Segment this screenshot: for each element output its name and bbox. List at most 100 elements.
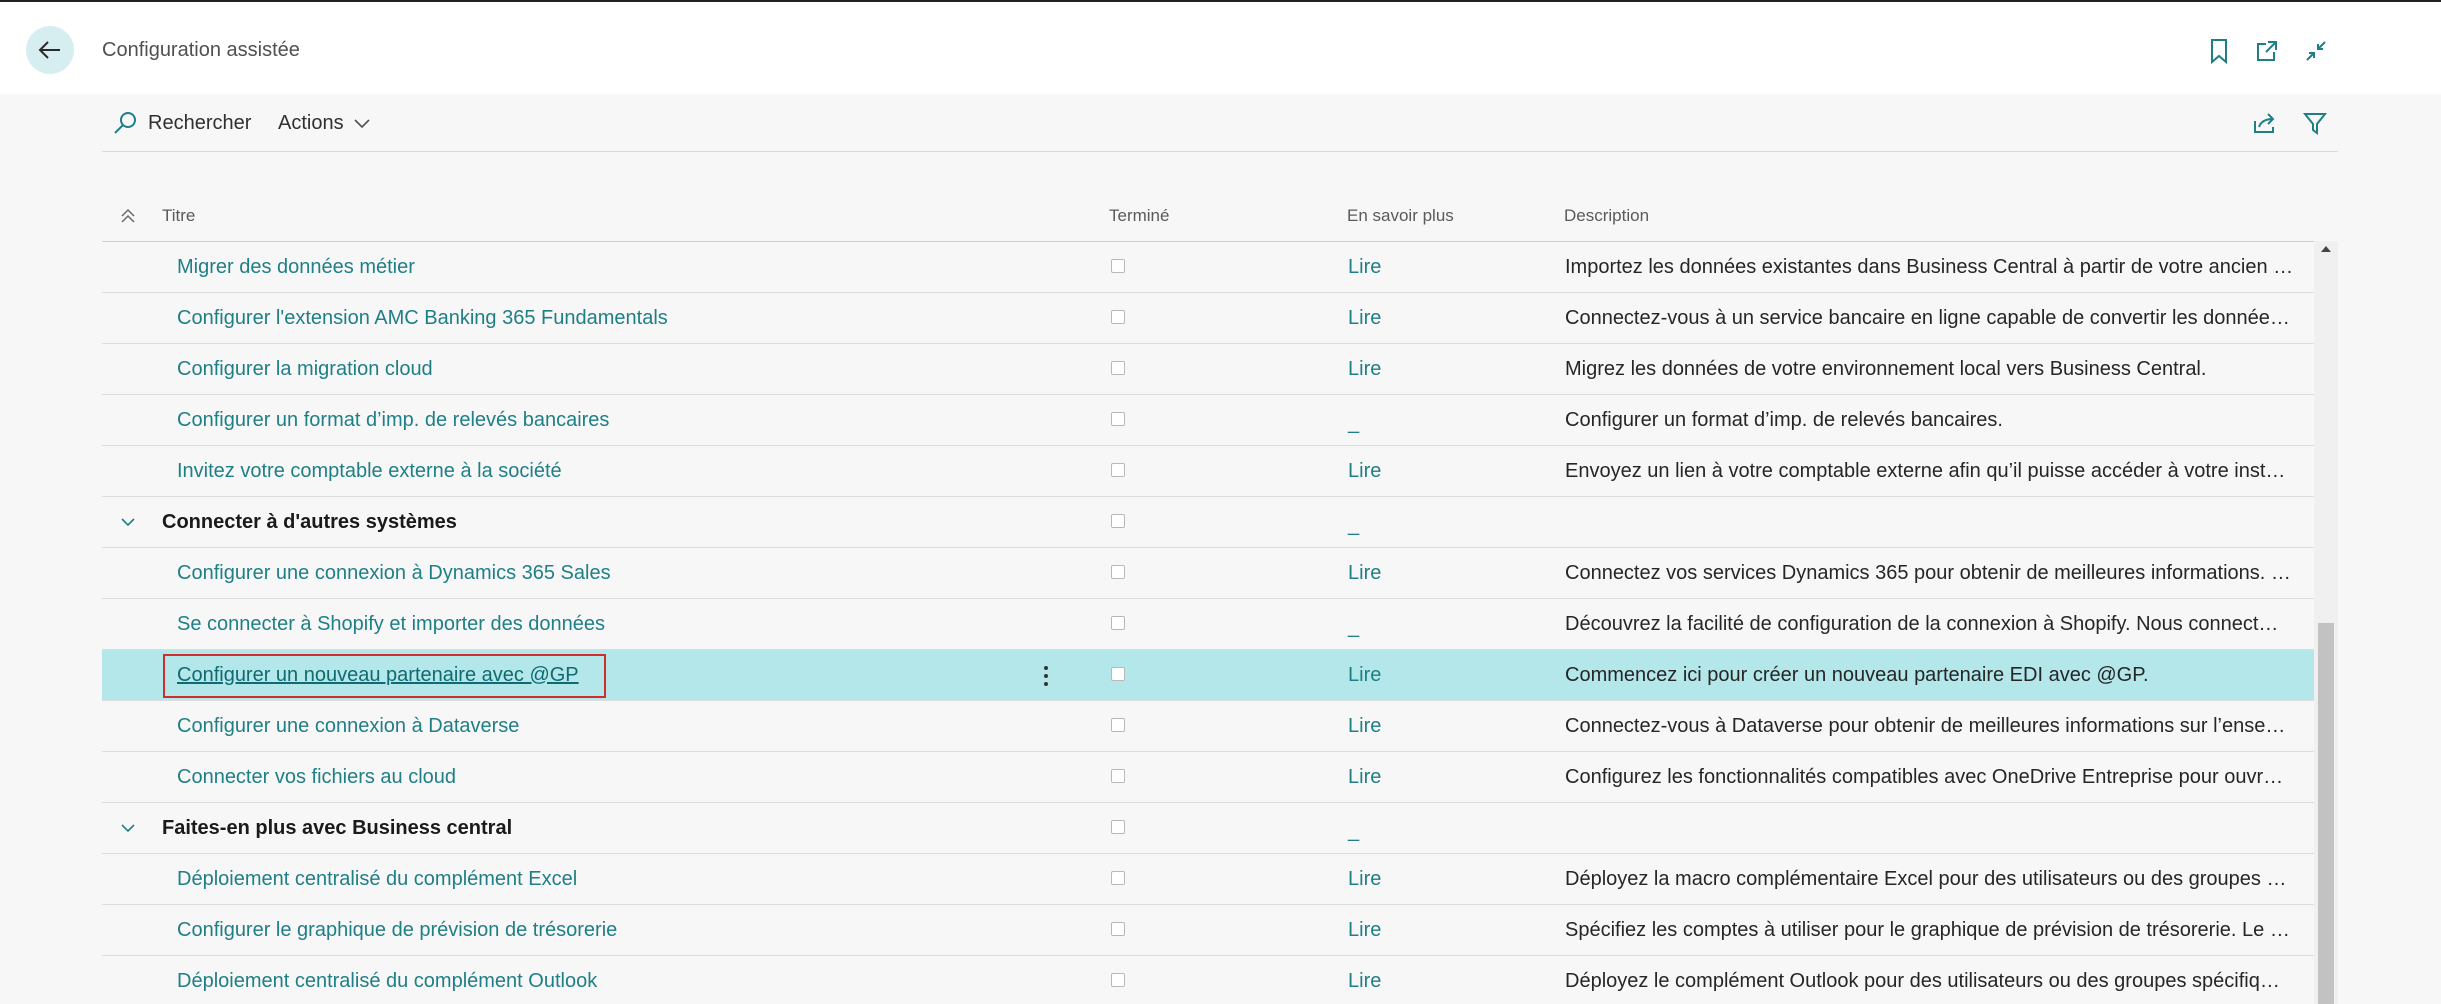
learn-more-link[interactable]: Lire (1348, 344, 1381, 394)
learn-more-link[interactable]: _ (1348, 497, 1359, 547)
open-new-window-button[interactable] (2250, 34, 2284, 68)
row-menu-button[interactable] (1034, 660, 1058, 692)
row-title-link[interactable]: Configurer un nouveau partenaire avec @G… (177, 650, 579, 700)
completed-checkbox[interactable] (1111, 871, 1125, 885)
row-title-link[interactable]: Configurer l'extension AMC Banking 365 F… (177, 293, 668, 343)
row-title-link[interactable]: Connecter vos fichiers au cloud (177, 752, 456, 802)
description-text: Connectez vos services Dynamics 365 pour… (1565, 561, 2291, 584)
collapse-all-button[interactable] (116, 204, 140, 228)
learn-more-link[interactable]: Lire (1348, 293, 1381, 343)
description-text: Déployez le complément Outlook pour des … (1565, 969, 2280, 992)
header-actions (0, 34, 2441, 68)
row-title-link[interactable]: Configurer une connexion à Dynamics 365 … (177, 548, 611, 598)
completed-checkbox[interactable] (1111, 412, 1125, 426)
double-chevron-up-icon (121, 208, 135, 223)
column-header-title[interactable]: Titre (162, 190, 195, 242)
column-header-description[interactable]: Description (1564, 190, 1649, 242)
collapse-button[interactable] (2299, 34, 2333, 68)
row-description: Envoyez un lien à votre comptable extern… (1565, 446, 2310, 496)
completed-checkbox[interactable] (1111, 667, 1125, 681)
row-title-link[interactable]: Configurer la migration cloud (177, 344, 433, 394)
table-row[interactable]: Configurer un format d’imp. de relevés b… (102, 395, 2314, 446)
group-row[interactable]: Connecter à d'autres systèmes _ (102, 497, 2314, 548)
completed-checkbox[interactable] (1111, 361, 1125, 375)
completed-checkbox[interactable] (1111, 463, 1125, 477)
table-row[interactable]: Configurer la migration cloud Lire Migre… (102, 344, 2314, 395)
bookmark-icon (2211, 39, 2227, 64)
row-description (1565, 497, 2310, 547)
page-content: Rechercher Actions Titre Terminé En savo… (0, 94, 2441, 1004)
action-bar: Rechercher Actions (102, 94, 2338, 152)
completed-checkbox[interactable] (1111, 259, 1125, 273)
row-description: Connectez vos services Dynamics 365 pour… (1565, 548, 2310, 598)
learn-more-link[interactable]: _ (1348, 395, 1359, 445)
group-toggle-button[interactable] (116, 816, 140, 840)
scroll-up-button[interactable] (2314, 241, 2338, 257)
filter-button[interactable] (2300, 108, 2330, 138)
scroll-thumb[interactable] (2318, 623, 2334, 1004)
completed-checkbox[interactable] (1111, 565, 1125, 579)
completed-checkbox[interactable] (1111, 922, 1125, 936)
completed-checkbox[interactable] (1111, 616, 1125, 630)
description-text: Commencez ici pour créer un nouveau part… (1565, 663, 2149, 686)
table-row[interactable]: Connecter vos fichiers au cloud Lire Con… (102, 752, 2314, 803)
learn-more-link[interactable]: _ (1348, 803, 1359, 853)
share-button[interactable] (2250, 108, 2280, 138)
row-description: Configurer un format d’imp. de relevés b… (1565, 395, 2310, 445)
row-description: Configurez les fonctionnalités compatibl… (1565, 752, 2310, 802)
completed-checkbox[interactable] (1111, 514, 1125, 528)
learn-more-link[interactable]: Lire (1348, 905, 1381, 955)
column-header-completed[interactable]: Terminé (1109, 190, 1169, 242)
row-title-link[interactable]: Configurer le graphique de prévision de … (177, 905, 617, 955)
learn-more-link[interactable]: Lire (1348, 854, 1381, 904)
bookmark-button[interactable] (2202, 34, 2236, 68)
row-description: Commencez ici pour créer un nouveau part… (1565, 650, 2310, 700)
row-description: Déployez le complément Outlook pour des … (1565, 956, 2310, 1004)
table-row[interactable]: Se connecter à Shopify et importer des d… (102, 599, 2314, 650)
learn-more-link[interactable]: Lire (1348, 242, 1381, 292)
description-text: Migrez les données de votre environnemen… (1565, 357, 2207, 380)
table-row[interactable]: Configurer une connexion à Dataverse Lir… (102, 701, 2314, 752)
learn-more-link[interactable]: Lire (1348, 752, 1381, 802)
group-title: Connecter à d'autres systèmes (162, 510, 457, 533)
group-row[interactable]: Faites-en plus avec Business central _ (102, 803, 2314, 854)
table-row-selected[interactable]: Configurer un nouveau partenaire avec @G… (102, 650, 2314, 701)
description-text: Configurez les fonctionnalités compatibl… (1565, 765, 2284, 788)
actions-menu-button[interactable]: Actions (278, 109, 372, 137)
row-title-link[interactable]: Invitez votre comptable externe à la soc… (177, 446, 562, 496)
table-row[interactable]: Déploiement centralisé du complément Out… (102, 956, 2314, 1004)
grid-header: Titre Terminé En savoir plus Description (102, 190, 2338, 242)
learn-more-link[interactable]: Lire (1348, 650, 1381, 700)
table-row[interactable]: Configurer l'extension AMC Banking 365 F… (102, 293, 2314, 344)
completed-checkbox[interactable] (1111, 718, 1125, 732)
table-row[interactable]: Migrer des données métier Lire Importez … (102, 242, 2314, 293)
group-toggle-button[interactable] (116, 510, 140, 534)
learn-more-link[interactable]: _ (1348, 599, 1359, 649)
share-icon (2254, 113, 2275, 133)
caret-up-icon (2321, 246, 2331, 252)
row-title-link[interactable]: Se connecter à Shopify et importer des d… (177, 599, 605, 649)
learn-more-link[interactable]: Lire (1348, 956, 1381, 1004)
row-title-link[interactable]: Configurer un format d’imp. de relevés b… (177, 395, 609, 445)
group-title: Faites-en plus avec Business central (162, 816, 513, 839)
completed-checkbox[interactable] (1111, 769, 1125, 783)
completed-checkbox[interactable] (1111, 820, 1125, 834)
completed-checkbox[interactable] (1111, 310, 1125, 324)
vertical-scrollbar[interactable] (2314, 241, 2338, 1004)
table-row[interactable]: Déploiement centralisé du complément Exc… (102, 854, 2314, 905)
search-button[interactable]: Rechercher (112, 109, 251, 137)
learn-more-link[interactable]: Lire (1348, 446, 1381, 496)
row-title-link[interactable]: Déploiement centralisé du complément Exc… (177, 854, 577, 904)
table-row[interactable]: Configurer une connexion à Dynamics 365 … (102, 548, 2314, 599)
table-row[interactable]: Configurer le graphique de prévision de … (102, 905, 2314, 956)
row-title-link[interactable]: Déploiement centralisé du complément Out… (177, 956, 597, 1004)
column-header-learn-more[interactable]: En savoir plus (1347, 190, 1454, 242)
row-title-link[interactable]: Configurer une connexion à Dataverse (177, 701, 519, 751)
table-row[interactable]: Invitez votre comptable externe à la soc… (102, 446, 2314, 497)
learn-more-link[interactable]: Lire (1348, 548, 1381, 598)
chevron-down-icon (121, 824, 135, 833)
row-title-link[interactable]: Migrer des données métier (177, 242, 415, 292)
search-label: Rechercher (148, 111, 252, 134)
learn-more-link[interactable]: Lire (1348, 701, 1381, 751)
completed-checkbox[interactable] (1111, 973, 1125, 987)
